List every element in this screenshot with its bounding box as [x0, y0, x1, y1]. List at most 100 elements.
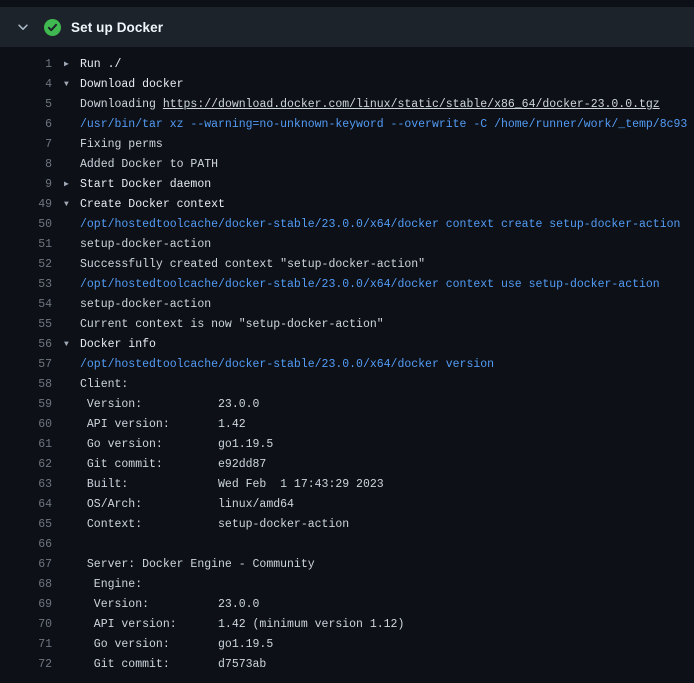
log-text: Go version: go1.19.5: [80, 638, 273, 651]
log-url-link[interactable]: https://download.docker.com/linux/static…: [163, 98, 660, 111]
log-line: 6/usr/bin/tar xz --warning=no-unknown-ke…: [8, 115, 694, 135]
line-content: Go version: go1.19.5: [52, 435, 273, 455]
line-number: 4: [8, 75, 52, 95]
log-text: Client:: [80, 378, 128, 391]
log-group-line[interactable]: 56▼Docker info: [8, 335, 694, 355]
log-text: Version: 23.0.0: [80, 598, 259, 611]
line-content: Git commit: e92dd87: [52, 455, 266, 475]
log-line: 57/opt/hostedtoolcache/docker-stable/23.…: [8, 355, 694, 375]
line-content: ▶Start Docker daemon: [52, 175, 211, 195]
group-expanded-triangle-icon[interactable]: ▼: [64, 75, 80, 95]
line-number: 70: [8, 615, 52, 635]
line-content: /opt/hostedtoolcache/docker-stable/23.0.…: [52, 275, 660, 295]
log-line: 69 Version: 23.0.0: [8, 595, 694, 615]
log-command-text: /opt/hostedtoolcache/docker-stable/23.0.…: [80, 278, 660, 291]
line-number: 64: [8, 495, 52, 515]
log-text: setup-docker-action: [80, 298, 211, 311]
line-content: setup-docker-action: [52, 235, 211, 255]
group-expanded-triangle-icon[interactable]: ▼: [64, 195, 80, 215]
step-title: Set up Docker: [71, 20, 163, 35]
log-line: 58 Client:: [8, 375, 694, 395]
line-number: 60: [8, 415, 52, 435]
log-line: 61 Go version: go1.19.5: [8, 435, 694, 455]
line-number: 62: [8, 455, 52, 475]
line-number: 58: [8, 375, 52, 395]
log-text: OS/Arch: linux/amd64: [80, 498, 294, 511]
line-number: 68: [8, 575, 52, 595]
line-number: 49: [8, 195, 52, 215]
log-line: 68 Engine:: [8, 575, 694, 595]
log-line: 7Fixing perms: [8, 135, 694, 155]
chevron-down-icon[interactable]: [14, 18, 32, 36]
log-text: Start Docker daemon: [80, 178, 211, 191]
log-line: 62 Git commit: e92dd87: [8, 455, 694, 475]
line-content: Context: setup-docker-action: [52, 515, 349, 535]
line-content: Client:: [52, 375, 128, 395]
line-content: Successfully created context "setup-dock…: [52, 255, 425, 275]
log-text: Git commit: e92dd87: [80, 458, 266, 471]
line-content: Server: Docker Engine - Community: [52, 555, 315, 575]
log-text: Docker info: [80, 338, 156, 351]
log-line: 51setup-docker-action: [8, 235, 694, 255]
group-collapsed-triangle-icon[interactable]: ▶: [64, 55, 80, 75]
line-number: 63: [8, 475, 52, 495]
log-command-text: /usr/bin/tar xz --warning=no-unknown-key…: [80, 118, 687, 131]
log-group-line[interactable]: 4▼Download docker: [8, 75, 694, 95]
log-line: 71 Go version: go1.19.5: [8, 635, 694, 655]
log-group-line[interactable]: 49▼Create Docker context: [8, 195, 694, 215]
log-command-text: /opt/hostedtoolcache/docker-stable/23.0.…: [80, 358, 494, 371]
log-text: API version: 1.42 (minimum version 1.12): [80, 618, 404, 631]
line-number: 66: [8, 535, 52, 555]
log-line: 52Successfully created context "setup-do…: [8, 255, 694, 275]
line-number: 67: [8, 555, 52, 575]
group-collapsed-triangle-icon[interactable]: ▶: [64, 175, 80, 195]
log-text: Fixing perms: [80, 138, 163, 151]
log-line: 59 Version: 23.0.0: [8, 395, 694, 415]
log-group-line[interactable]: 1▶Run ./: [8, 55, 694, 75]
line-content: /opt/hostedtoolcache/docker-stable/23.0.…: [52, 215, 680, 235]
log-line: 72 Git commit: d7573ab: [8, 655, 694, 675]
line-number: 6: [8, 115, 52, 135]
group-expanded-triangle-icon[interactable]: ▼: [64, 335, 80, 355]
line-number: 1: [8, 55, 52, 75]
line-number: 8: [8, 155, 52, 175]
check-circle-icon: [44, 19, 61, 36]
line-content: Engine:: [52, 575, 142, 595]
actions-log-panel: Set up Docker 1▶Run ./4▼Download docker5…: [0, 0, 694, 683]
line-content: ▼Docker info: [52, 335, 156, 355]
line-content: Built: Wed Feb 1 17:43:29 2023: [52, 475, 384, 495]
log-text: Context: setup-docker-action: [80, 518, 349, 531]
line-number: 54: [8, 295, 52, 315]
line-content: Git commit: d7573ab: [52, 655, 266, 675]
line-number: 65: [8, 515, 52, 535]
log-line: 67 Server: Docker Engine - Community: [8, 555, 694, 575]
log-line: 63 Built: Wed Feb 1 17:43:29 2023: [8, 475, 694, 495]
line-content: /opt/hostedtoolcache/docker-stable/23.0.…: [52, 355, 494, 375]
line-number: 69: [8, 595, 52, 615]
line-number: 53: [8, 275, 52, 295]
step-header[interactable]: Set up Docker: [0, 7, 694, 47]
line-content: Go version: go1.19.5: [52, 635, 273, 655]
log-text: Git commit: d7573ab: [80, 658, 266, 671]
log-line: 5Downloading https://download.docker.com…: [8, 95, 694, 115]
log-text: Added Docker to PATH: [80, 158, 218, 171]
line-number: 50: [8, 215, 52, 235]
log-line: 54 setup-docker-action: [8, 295, 694, 315]
log-text: Server: Docker Engine - Community: [80, 558, 315, 571]
log-lines: 1▶Run ./4▼Download docker5Downloading ht…: [8, 55, 694, 675]
line-content: API version: 1.42 (minimum version 1.12): [52, 615, 404, 635]
log-text: Current context is now "setup-docker-act…: [80, 318, 384, 331]
line-content: /usr/bin/tar xz --warning=no-unknown-key…: [52, 115, 687, 135]
line-content: setup-docker-action: [52, 295, 211, 315]
log-group-line[interactable]: 9▶Start Docker daemon: [8, 175, 694, 195]
log-text: Downloading: [80, 98, 163, 111]
log-text: Successfully created context "setup-dock…: [80, 258, 425, 271]
line-content: API version: 1.42: [52, 415, 246, 435]
line-content: Downloading https://download.docker.com/…: [52, 95, 660, 115]
log-text: Engine:: [80, 578, 142, 591]
line-content: ▼Create Docker context: [52, 195, 225, 215]
log-command-text: /opt/hostedtoolcache/docker-stable/23.0.…: [80, 218, 680, 231]
line-content: Fixing perms: [52, 135, 163, 155]
log-text: setup-docker-action: [80, 238, 211, 251]
log-area: 1▶Run ./4▼Download docker5Downloading ht…: [0, 47, 694, 675]
